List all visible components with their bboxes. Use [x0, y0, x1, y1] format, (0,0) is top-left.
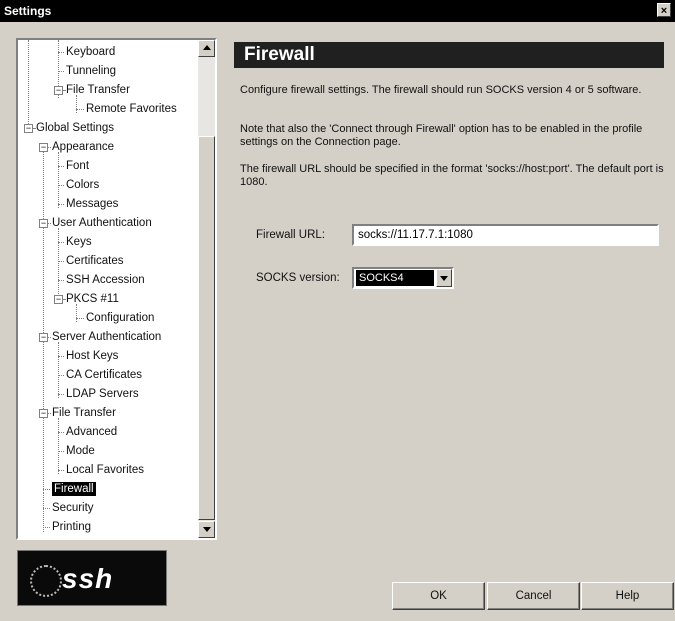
tree-item-profile-file-transfer[interactable]: File Transfer	[66, 83, 130, 97]
tree-branch-line	[58, 261, 64, 262]
tree-expander-icon[interactable]: −	[39, 409, 48, 418]
tree-guide-line	[58, 342, 59, 398]
tree-guide-line	[28, 40, 29, 132]
tree-item-firewall[interactable]: Firewall	[52, 482, 96, 496]
tree-item-host-keys[interactable]: Host Keys	[66, 349, 118, 363]
tree-branch-line	[58, 394, 64, 395]
tree-branch-line	[48, 413, 51, 414]
close-button[interactable]: ×	[657, 3, 671, 17]
tree-branch-line	[58, 356, 64, 357]
tree-branch-line	[63, 90, 65, 91]
socks-version-select[interactable]: SOCKS4	[352, 267, 454, 289]
window-title: Settings	[4, 4, 52, 18]
dropdown-button[interactable]	[436, 269, 452, 287]
tree-expander-icon[interactable]: −	[24, 124, 33, 133]
arrow-down-icon	[203, 527, 211, 532]
tree-expander-icon[interactable]: −	[39, 219, 48, 228]
tree-item-messages[interactable]: Messages	[66, 197, 118, 211]
panel-title: Firewall	[244, 44, 315, 65]
scroll-thumb[interactable]	[198, 136, 215, 520]
ok-button[interactable]: OK	[392, 582, 485, 610]
tree-item-keyboard[interactable]: Keyboard	[66, 45, 115, 59]
tree-expander-icon[interactable]: −	[39, 143, 48, 152]
tree-branch-line	[43, 527, 50, 528]
settings-tree: Keyboard Tunneling − File Transfer Remote Fa…	[16, 38, 217, 540]
tree-branch-line	[48, 147, 51, 148]
description-connect-option: Note that also the 'Connect through Fire…	[240, 123, 643, 148]
tree-item-font[interactable]: Font	[66, 159, 89, 173]
tree-branch-line	[58, 432, 64, 433]
tree-branch-line	[58, 375, 64, 376]
tree-branch-line	[43, 508, 50, 509]
socks-version-label: SOCKS version:	[256, 272, 340, 284]
tree-guide-line	[76, 95, 77, 113]
firewall-url-label: Firewall URL:	[256, 229, 326, 241]
tree-branch-line	[58, 71, 64, 72]
scroll-down-button[interactable]	[198, 521, 215, 538]
tree-branch-line	[58, 52, 64, 53]
tree-item-appearance[interactable]: Appearance	[52, 140, 114, 154]
tree-guide-line	[43, 492, 44, 532]
tree-branch-line	[58, 185, 64, 186]
tree-branch-line	[63, 299, 65, 300]
tree-item-security[interactable]: Security	[52, 501, 94, 515]
tree-expander-icon[interactable]: −	[54, 86, 63, 95]
tree-item-configuration[interactable]: Configuration	[86, 311, 154, 325]
tree-branch-line	[58, 470, 64, 471]
tree-item-colors[interactable]: Colors	[66, 178, 99, 192]
tree-branch-line	[58, 204, 64, 205]
tree-guide-line	[58, 152, 59, 208]
tree-expander-icon[interactable]: −	[54, 295, 63, 304]
tree-branch-line	[43, 489, 50, 490]
tree-branch-line	[48, 223, 51, 224]
tree-branch-line	[58, 242, 64, 243]
tree-branch-line	[76, 109, 84, 110]
tree-item-user-authentication[interactable]: User Authentication	[52, 216, 152, 230]
tree-item-mode[interactable]: Mode	[66, 444, 95, 458]
tree-guide-line	[43, 150, 44, 493]
chevron-down-icon	[440, 276, 448, 281]
arrow-up-icon	[203, 45, 211, 50]
tree-branch-line	[58, 280, 64, 281]
socks-version-value: SOCKS4	[356, 270, 434, 286]
tree-item-pkcs11[interactable]: PKCS #11	[66, 292, 119, 306]
tree-branch-line	[33, 128, 35, 129]
tree-item-global-settings[interactable]: Global Settings	[36, 121, 114, 135]
tree-guide-line	[58, 418, 59, 474]
cancel-button[interactable]: Cancel	[487, 582, 580, 610]
description-software: Configure firewall settings. The firewal…	[240, 84, 642, 96]
tree-item-remote-favorites[interactable]: Remote Favorites	[86, 102, 177, 116]
tree-branch-line	[58, 451, 64, 452]
tree-item-printing[interactable]: Printing	[52, 520, 91, 534]
tree-item-ldap-servers[interactable]: LDAP Servers	[66, 387, 139, 401]
description-url-format: The firewall URL should be specified in …	[240, 163, 664, 188]
tree-guide-line	[76, 304, 77, 322]
tree-guide-line	[58, 228, 59, 302]
tree-item-certificates[interactable]: Certificates	[66, 254, 124, 268]
tree-content: Keyboard Tunneling − File Transfer Remote Fa…	[18, 40, 198, 538]
panel-header: Firewall	[234, 42, 664, 68]
tree-expander-icon[interactable]: −	[39, 333, 48, 342]
scroll-up-button[interactable]	[198, 40, 215, 57]
tree-item-ssh-accession[interactable]: SSH Accession	[66, 273, 145, 287]
tree-item-ca-certificates[interactable]: CA Certificates	[66, 368, 142, 382]
tree-item-file-transfer[interactable]: File Transfer	[52, 406, 116, 420]
tree-item-tunneling[interactable]: Tunneling	[66, 64, 116, 78]
tree-branch-line	[58, 166, 64, 167]
tree-item-local-favorites[interactable]: Local Favorites	[66, 463, 144, 477]
title-bar: Settings ×	[0, 0, 675, 22]
tree-branch-line	[48, 337, 51, 338]
firewall-url-input[interactable]	[352, 224, 659, 246]
tree-item-advanced[interactable]: Advanced	[66, 425, 117, 439]
help-button[interactable]: Help	[581, 582, 674, 610]
tree-item-server-authentication[interactable]: Server Authentication	[52, 330, 161, 344]
dotted-circle-icon	[30, 565, 62, 597]
ssh-logo: ssh	[17, 550, 167, 606]
tree-item-keys[interactable]: Keys	[66, 235, 92, 249]
tree-branch-line	[76, 318, 84, 319]
logo-text: ssh	[62, 563, 114, 594]
tree-scrollbar[interactable]	[198, 40, 215, 538]
